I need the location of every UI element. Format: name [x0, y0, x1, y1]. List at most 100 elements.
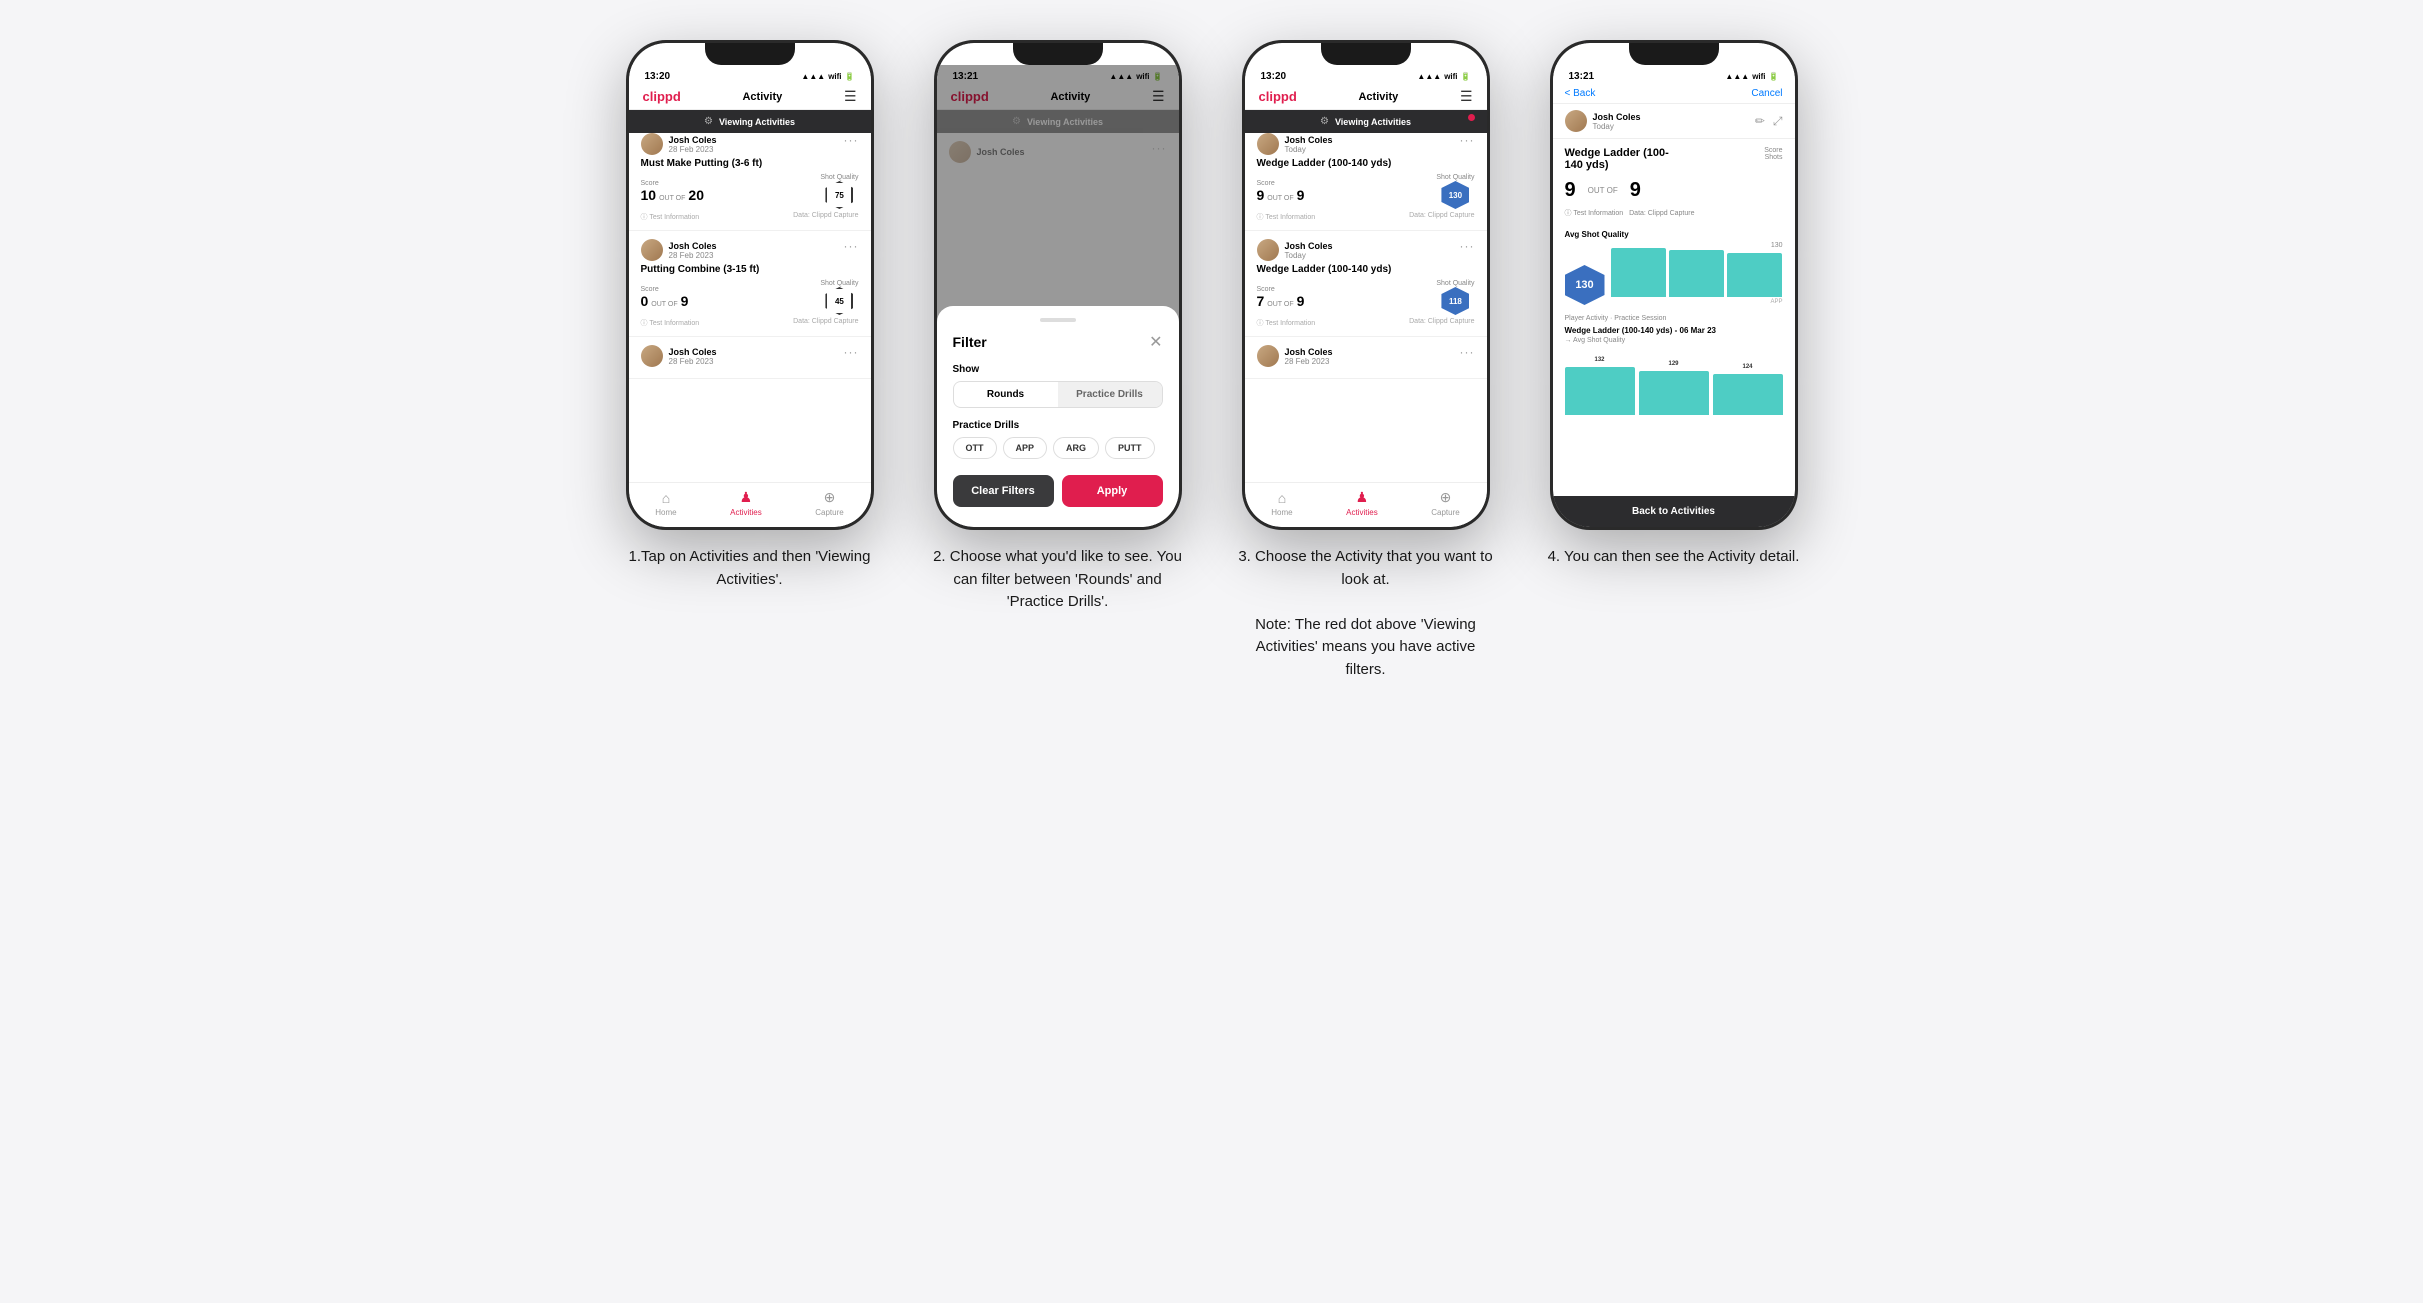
chip-putt[interactable]: PUTT [1105, 437, 1155, 459]
activity-card-3[interactable]: Josh Coles 28 Feb 2023 ··· [629, 337, 871, 379]
bar-chart-4 [1611, 242, 1783, 297]
nav-capture-3[interactable]: ⊕ Capture [1431, 489, 1459, 517]
menu-icon-3[interactable]: ☰ [1460, 88, 1473, 105]
clear-filters-button[interactable]: Clear Filters [953, 475, 1054, 507]
caption-2: 2. Choose what you'd like to see. You ca… [928, 546, 1188, 614]
avatar-2 [641, 239, 663, 261]
activity-card-2[interactable]: Josh Coles 28 Feb 2023 ··· Putting Combi… [629, 231, 871, 337]
nav-capture-1[interactable]: ⊕ Capture [815, 489, 843, 517]
activity-card-3-2[interactable]: Josh Coles Today ··· Wedge Ladder (100-1… [1245, 231, 1487, 337]
edit-icon-4[interactable]: ✏ [1755, 114, 1765, 128]
home-label-3: Home [1271, 508, 1292, 517]
bar-1-4 [1611, 248, 1666, 298]
bar-chart2-4: 132 129 124 [1565, 360, 1783, 415]
apply-button[interactable]: Apply [1062, 475, 1163, 507]
quality-label-3-1: Shot Quality [1436, 174, 1474, 181]
phone-4-screen: 13:21 ▲▲▲ wifi 🔋 < Back Cancel [1553, 43, 1795, 527]
nav-activities-1[interactable]: ♟ Activities [730, 489, 762, 517]
quality-badge-1: 75 [825, 181, 853, 209]
wifi-icon-3: wifi [1444, 72, 1457, 81]
notch [705, 43, 795, 65]
phone-1-frame: 13:20 ▲▲▲ wifi 🔋 clippd Activity ☰ ⚙ [626, 40, 874, 530]
nav-activities-3[interactable]: ♟ Activities [1346, 489, 1378, 517]
shots-label-4: Shots [1764, 154, 1782, 161]
user-name-3: Josh Coles [669, 347, 717, 357]
phone-3-section: 13:20 ▲▲▲ wifi 🔋 clippd Activity ☰ ⚙ [1226, 40, 1506, 681]
user-name-3-3: Josh Coles [1285, 347, 1333, 357]
wifi-icon: wifi [828, 72, 841, 81]
menu-icon-1[interactable]: ☰ [844, 88, 857, 105]
filter-title: Filter [953, 334, 987, 350]
caption-3: 3. Choose the Activity that you want to … [1236, 546, 1496, 681]
test-info-1: ⓘ Test Information [641, 212, 700, 222]
scroll-area-3: Josh Coles Today ··· Wedge Ladder (100-1… [1245, 125, 1487, 487]
bottom-nav-1: ⌂ Home ♟ Activities ⊕ Capture [629, 482, 871, 527]
activity-card-3-3[interactable]: Josh Coles 28 Feb 2023 ··· [1245, 337, 1487, 379]
expand-icon-4[interactable]: ⤢ [1773, 114, 1783, 129]
battery-icon-4: 🔋 [1769, 72, 1779, 81]
nav-home-3[interactable]: ⌂ Home [1271, 490, 1292, 517]
back-to-activities-4[interactable]: Back to Activities [1553, 496, 1795, 527]
phone-2-frame: 13:21 ▲▲▲ wifi 🔋 clippd Activity ☰ [934, 40, 1182, 530]
more-dots-2[interactable]: ··· [844, 239, 859, 253]
bar2-2-4: 129 [1639, 371, 1709, 415]
filter-modal: Filter ✕ Show Rounds Practice Drills Pra… [937, 306, 1179, 527]
back-button-4[interactable]: < Back [1565, 88, 1596, 99]
battery-icon-3: 🔋 [1461, 72, 1471, 81]
data-source-4: Data: Clippd Capture [1629, 210, 1694, 217]
toggle-drills[interactable]: Practice Drills [1058, 382, 1162, 407]
bar2-val-1: 132 [1594, 357, 1604, 363]
chip-ott[interactable]: OTT [953, 437, 997, 459]
score-value-4: 9 [1565, 179, 1576, 202]
avatar-3-3 [1257, 345, 1279, 367]
user-date-3-2: Today [1285, 251, 1333, 260]
modal-footer: Clear Filters Apply [953, 475, 1163, 507]
detail-title-4: Wedge Ladder (100-140 yds) [1565, 147, 1685, 171]
status-time-3: 13:20 [1261, 71, 1287, 82]
scroll-area-1: Josh Coles 28 Feb 2023 ··· Must Make Put… [629, 125, 871, 487]
close-icon-modal[interactable]: ✕ [1149, 332, 1162, 352]
phone-2-section: 13:21 ▲▲▲ wifi 🔋 clippd Activity ☰ [918, 40, 1198, 614]
score-val-2: 0 [641, 293, 649, 309]
more-dots-3[interactable]: ··· [844, 345, 859, 359]
activity-card-3-1[interactable]: Josh Coles Today ··· Wedge Ladder (100-1… [1245, 125, 1487, 231]
activities-icon-1: ♟ [740, 489, 753, 506]
more-dots-3-3[interactable]: ··· [1460, 345, 1475, 359]
phone-1-screen: 13:20 ▲▲▲ wifi 🔋 clippd Activity ☰ ⚙ [629, 43, 871, 527]
cancel-button-4[interactable]: Cancel [1751, 88, 1782, 99]
avg-quality-label-4: Avg Shot Quality [1565, 230, 1783, 239]
red-dot-3 [1468, 114, 1475, 121]
chart-100-label: 130 [1771, 242, 1783, 249]
more-dots-3-1[interactable]: ··· [1460, 133, 1475, 147]
show-label: Show [953, 364, 1163, 375]
detail-header-4: < Back Cancel [1553, 84, 1795, 104]
data-source-3-1: Data: Clippd Capture [1409, 212, 1474, 222]
out-of-2: OUT OF [651, 301, 677, 308]
quality-badge-2: 45 [825, 287, 853, 315]
pa-subtitle-4: → Avg Shot Quality [1565, 337, 1783, 344]
chart-app-label: APP [1770, 299, 1782, 305]
test-info-3-2: ⓘ Test Information [1257, 318, 1316, 328]
status-bar-3: 13:20 ▲▲▲ wifi 🔋 [1245, 65, 1487, 84]
capture-icon-3: ⊕ [1440, 489, 1452, 506]
phone-3-screen: 13:20 ▲▲▲ wifi 🔋 clippd Activity ☰ ⚙ [1245, 43, 1487, 527]
activity-card-1[interactable]: Josh Coles 28 Feb 2023 ··· Must Make Put… [629, 125, 871, 231]
activity-title-3-1: Wedge Ladder (100-140 yds) [1257, 158, 1475, 169]
detail-scroll-4: Wedge Ladder (100-140 yds) Score Shots 9… [1553, 139, 1795, 516]
test-info-3-1: ⓘ Test Information [1257, 212, 1316, 222]
nav-home-1[interactable]: ⌂ Home [655, 490, 676, 517]
bar2-3-4: 124 [1713, 374, 1783, 415]
nav-title-1: Activity [742, 91, 782, 103]
caption-4: 4. You can then see the Activity detail. [1548, 546, 1800, 569]
chip-arg[interactable]: ARG [1053, 437, 1099, 459]
quality-label-1: Shot Quality [820, 174, 858, 181]
home-icon-1: ⌂ [662, 490, 670, 506]
quality-label-2: Shot Quality [820, 280, 858, 287]
toggle-rounds[interactable]: Rounds [954, 382, 1058, 407]
score-label-4: Score [1764, 147, 1782, 154]
more-dots-3-2[interactable]: ··· [1460, 239, 1475, 253]
chip-app[interactable]: APP [1003, 437, 1048, 459]
logo-3: clippd [1259, 89, 1297, 104]
nav-title-3: Activity [1358, 91, 1398, 103]
more-dots-1[interactable]: ··· [844, 133, 859, 147]
